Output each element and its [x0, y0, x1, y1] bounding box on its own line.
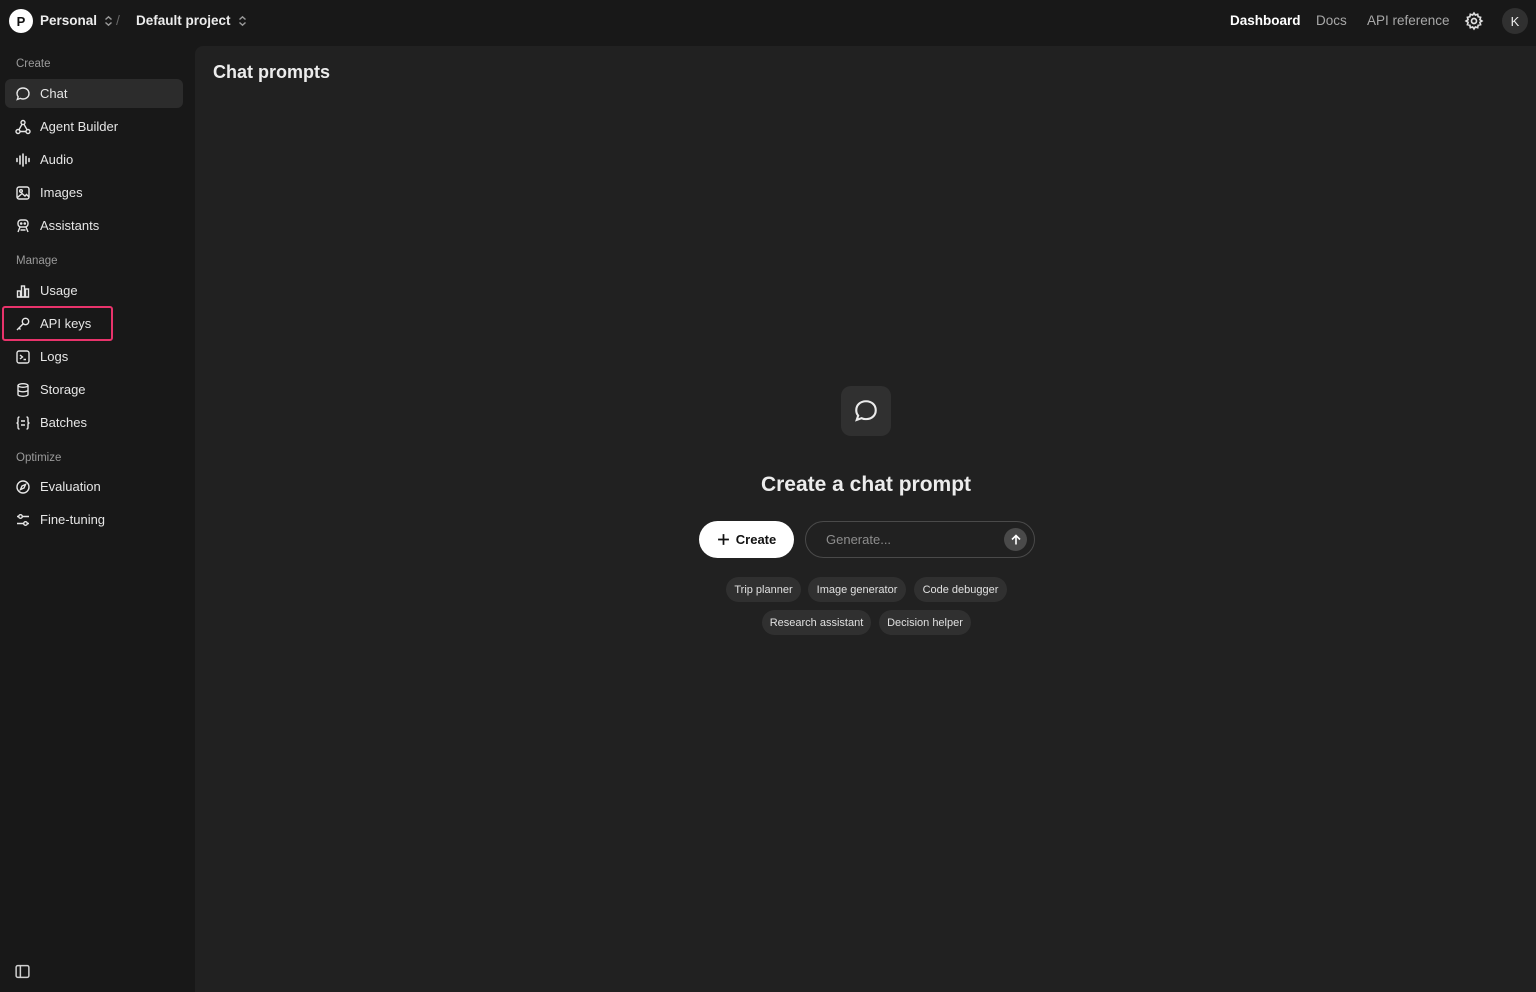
chevron-updown-icon: [105, 15, 112, 26]
sidebar-item-agent-builder[interactable]: Agent Builder: [5, 112, 183, 141]
nav-api-reference[interactable]: API reference: [1367, 13, 1450, 28]
main-panel: Chat prompts Create a chat prompt Create…: [195, 46, 1536, 992]
sidebar-item-fine-tuning[interactable]: Fine-tuning: [5, 505, 183, 534]
sidebar-item-label: API keys: [40, 316, 92, 331]
section-label-optimize: Optimize: [16, 452, 62, 464]
sidebar-item-label: Chat: [40, 86, 68, 101]
generate-input[interactable]: [826, 522, 996, 557]
sidebar-item-chat[interactable]: Chat: [5, 79, 183, 108]
sidebar: Create Chat Agent Builder Audio Images A…: [0, 44, 194, 992]
nav-dashboard[interactable]: Dashboard: [1230, 13, 1301, 28]
sidebar-item-label: Logs: [40, 349, 69, 364]
suggestion-chip-code-debugger[interactable]: Code debugger: [914, 577, 1007, 602]
page-title: Chat prompts: [213, 62, 330, 82]
sidebar-item-label: Audio: [40, 152, 74, 167]
audio-wave-icon: [15, 152, 31, 168]
empty-state-heading: Create a chat prompt: [760, 473, 972, 496]
suggestion-chip-decision-helper[interactable]: Decision helper: [879, 610, 971, 635]
image-icon: [15, 185, 31, 201]
chevron-updown-icon: [238, 15, 246, 26]
terminal-icon: [15, 349, 31, 365]
gear-icon[interactable]: [1464, 11, 1484, 31]
arrow-up-icon: [1010, 533, 1021, 544]
sliders-icon: [15, 512, 31, 528]
sidebar-item-batches[interactable]: Batches: [5, 408, 183, 437]
sidebar-toggle-icon[interactable]: [14, 963, 31, 980]
database-icon: [15, 382, 31, 398]
create-button-label: Create: [735, 532, 777, 547]
sidebar-item-evaluation[interactable]: Evaluation: [5, 472, 183, 501]
nav-docs[interactable]: Docs: [1316, 13, 1347, 28]
agent-nodes-icon: [15, 119, 31, 135]
breadcrumb-separator: /: [116, 12, 120, 28]
sidebar-item-assistants[interactable]: Assistants: [5, 211, 183, 240]
user-avatar[interactable]: K: [1502, 8, 1528, 34]
empty-state-icon: [841, 386, 891, 436]
sidebar-item-label: Assistants: [40, 218, 100, 233]
bar-chart-icon: [15, 283, 31, 299]
create-button[interactable]: Create: [699, 521, 794, 558]
sidebar-item-images[interactable]: Images: [5, 178, 183, 207]
section-label-create: Create: [16, 58, 51, 70]
org-switcher[interactable]: Personal: [40, 13, 114, 28]
sidebar-item-storage[interactable]: Storage: [5, 375, 183, 404]
sidebar-item-label: Fine-tuning: [40, 512, 106, 527]
sidebar-item-usage[interactable]: Usage: [5, 276, 183, 305]
plus-icon: [717, 534, 729, 545]
top-bar: P Personal / Default project Dashboard D…: [0, 0, 1536, 44]
chat-bubble-icon: [855, 400, 877, 422]
braces-icon: [15, 415, 31, 431]
sidebar-item-api-keys[interactable]: API keys: [5, 309, 183, 338]
org-name: Personal: [40, 13, 98, 28]
org-avatar[interactable]: P: [9, 9, 33, 33]
suggestion-chip-image-generator[interactable]: Image generator: [808, 577, 906, 602]
sidebar-item-label: Storage: [40, 382, 86, 397]
project-switcher[interactable]: Default project: [136, 13, 248, 28]
key-icon: [15, 316, 31, 332]
sidebar-item-label: Images: [40, 185, 83, 200]
compass-icon: [15, 479, 31, 495]
sidebar-item-label: Usage: [40, 283, 78, 298]
generate-submit-button[interactable]: [1004, 528, 1027, 551]
sidebar-item-label: Agent Builder: [40, 119, 119, 134]
generate-field: [805, 521, 1035, 558]
sidebar-item-logs[interactable]: Logs: [5, 342, 183, 371]
assistant-icon: [15, 218, 31, 234]
section-label-manage: Manage: [16, 255, 58, 267]
sidebar-item-label: Evaluation: [40, 479, 101, 494]
suggestion-chip-trip-planner[interactable]: Trip planner: [726, 577, 801, 602]
project-name: Default project: [136, 13, 231, 28]
sidebar-item-audio[interactable]: Audio: [5, 145, 183, 174]
chat-bubble-icon: [15, 86, 31, 102]
suggestion-chip-research-assistant[interactable]: Research assistant: [762, 610, 871, 635]
sidebar-item-label: Batches: [40, 415, 87, 430]
